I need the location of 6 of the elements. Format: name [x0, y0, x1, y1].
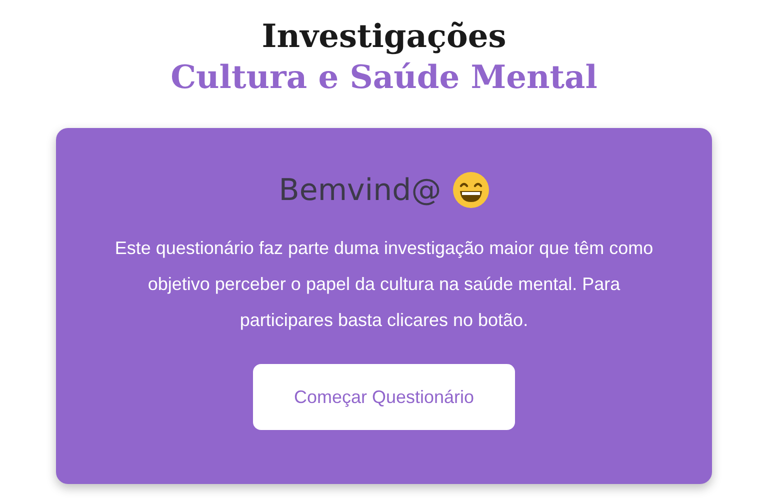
- page-title: Investigações: [262, 16, 506, 56]
- welcome-heading: Bemvind@: [278, 172, 442, 208]
- grinning-emoji-icon: [453, 172, 490, 208]
- page-subtitle: Cultura e Saúde Mental: [170, 57, 598, 98]
- intro-paragraph: Este questionário faz parte duma investigação maior que têm como objetivo perceber o papel da cultura na saúde mental. Para participares basta clicares no botão.: [114, 237, 654, 332]
- start-button[interactable]: Começar Questionário: [253, 364, 515, 430]
